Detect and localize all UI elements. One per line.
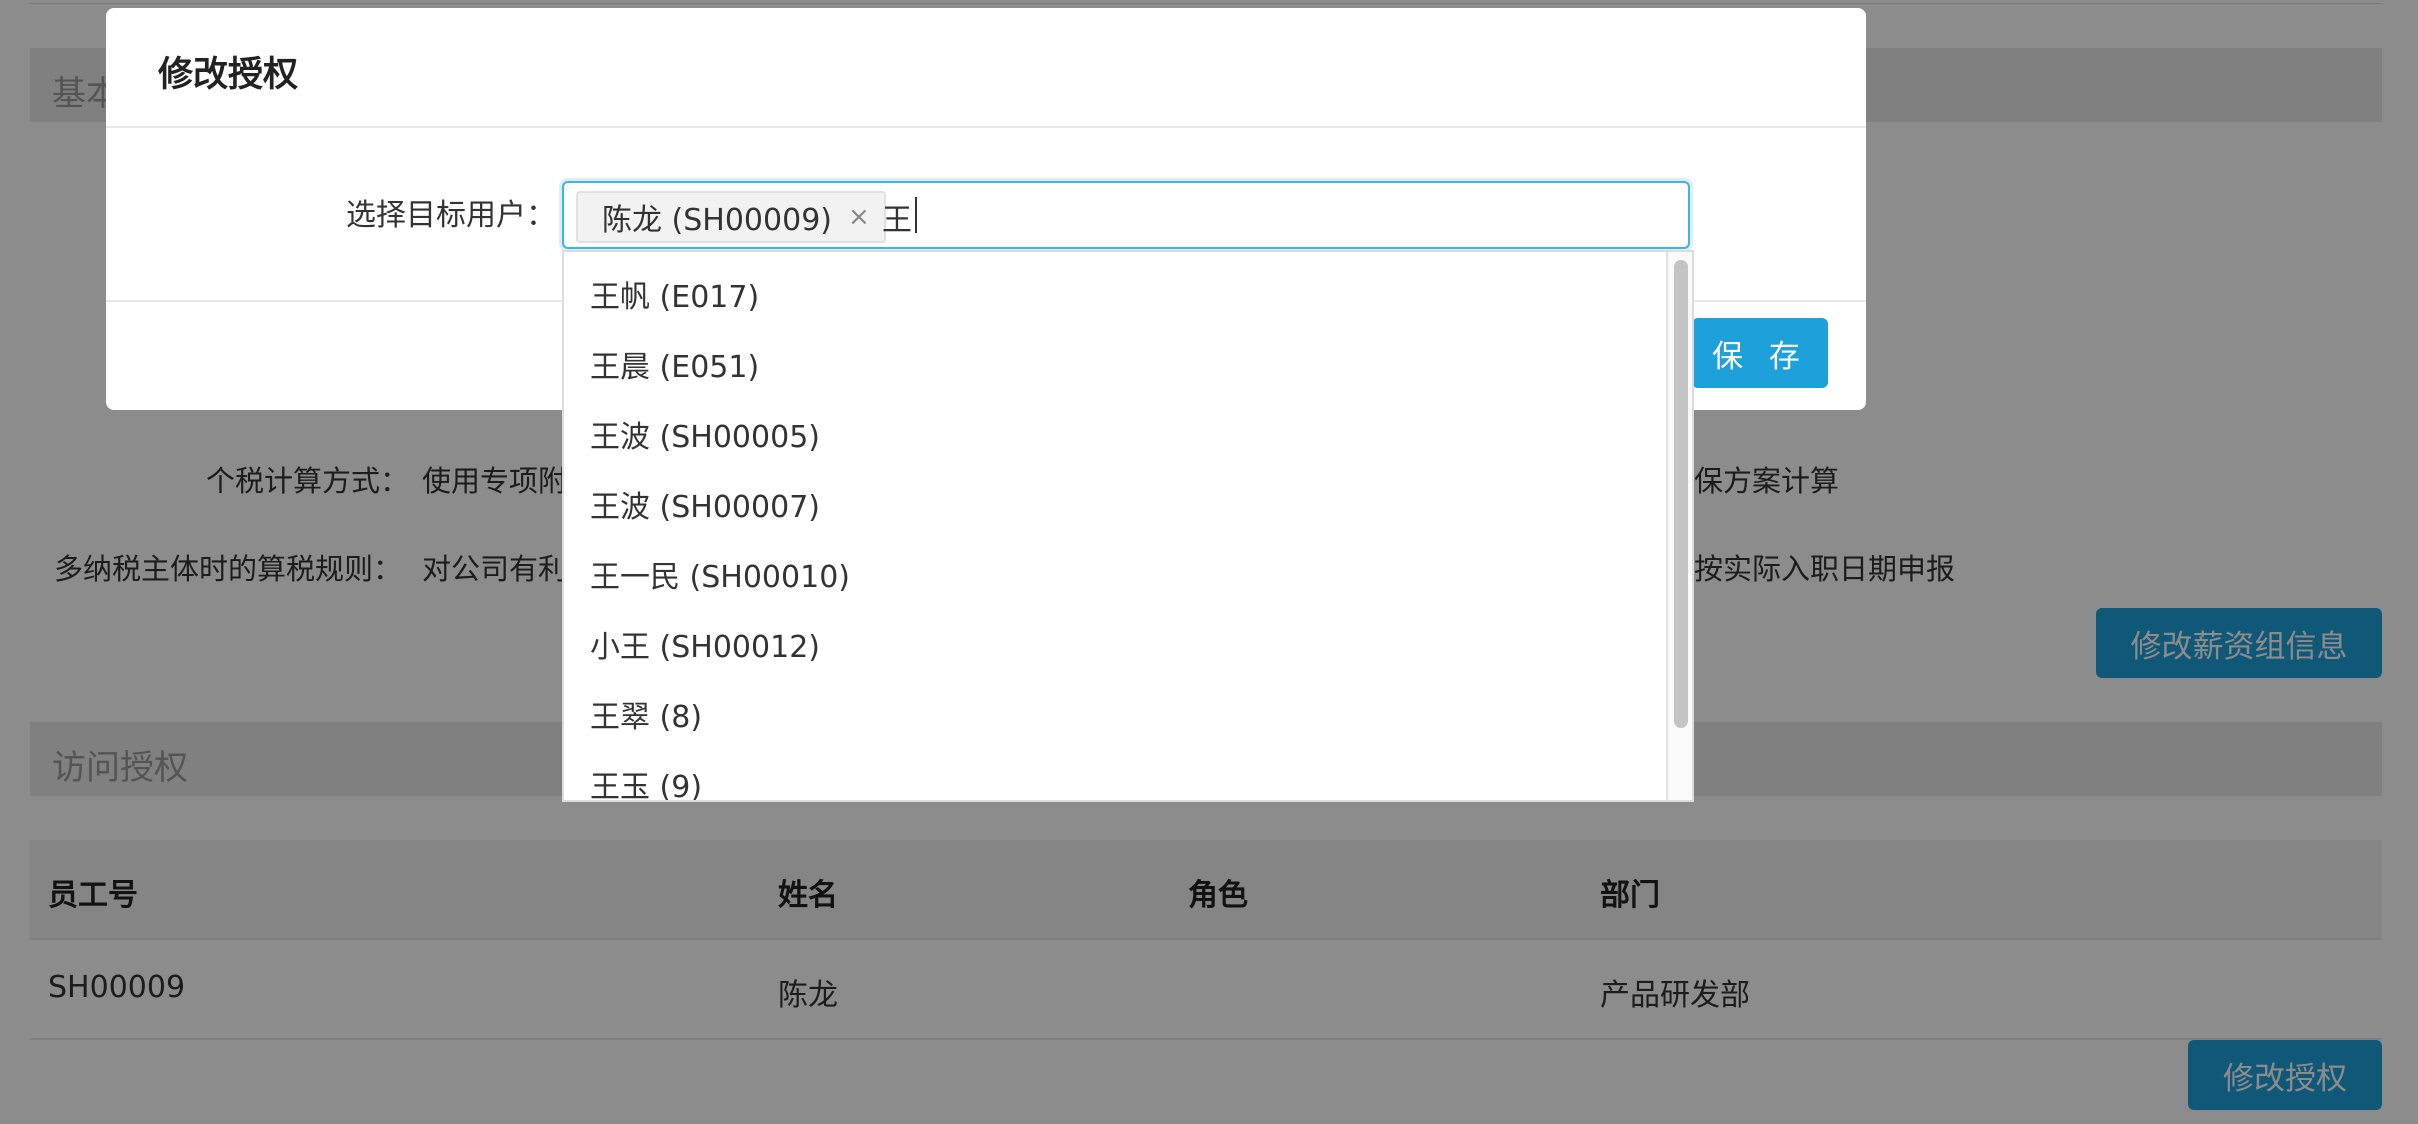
user-options-dropdown: 王帆 (E017) 王晨 (E051) 王波 (SH00005) 王波 (SH0… <box>562 250 1694 802</box>
list-item[interactable]: 王晨 (E051) <box>590 342 759 386</box>
list-item[interactable]: 王一民 (SH00010) <box>590 552 850 596</box>
target-user-select[interactable]: 陈龙 (SH00009) × 王 <box>562 181 1690 249</box>
scrollbar-thumb[interactable] <box>1674 260 1688 728</box>
dropdown-scrollbar[interactable] <box>1666 252 1692 800</box>
text-caret <box>915 197 917 233</box>
modal-title: 修改授权 <box>158 55 299 95</box>
list-item[interactable]: 王玉 (9) <box>590 762 702 800</box>
search-input[interactable]: 王 <box>882 195 912 239</box>
modal-header: 修改授权 <box>106 8 1866 128</box>
selected-user-tag: 陈龙 (SH00009) × <box>576 191 886 243</box>
list-item[interactable]: 王波 (SH00005) <box>590 412 820 456</box>
list-item[interactable]: 王帆 (E017) <box>590 272 759 316</box>
list-item[interactable]: 王翠 (8) <box>590 692 702 736</box>
save-button[interactable]: 保 存 <box>1692 318 1828 388</box>
list-item[interactable]: 王波 (SH00007) <box>590 482 820 526</box>
target-user-label: 选择目标用户： <box>346 198 556 233</box>
list-item[interactable]: 小王 (SH00012) <box>590 622 820 666</box>
selected-user-tag-label: 陈龙 (SH00009) <box>602 203 832 238</box>
close-icon[interactable]: × <box>848 202 870 232</box>
